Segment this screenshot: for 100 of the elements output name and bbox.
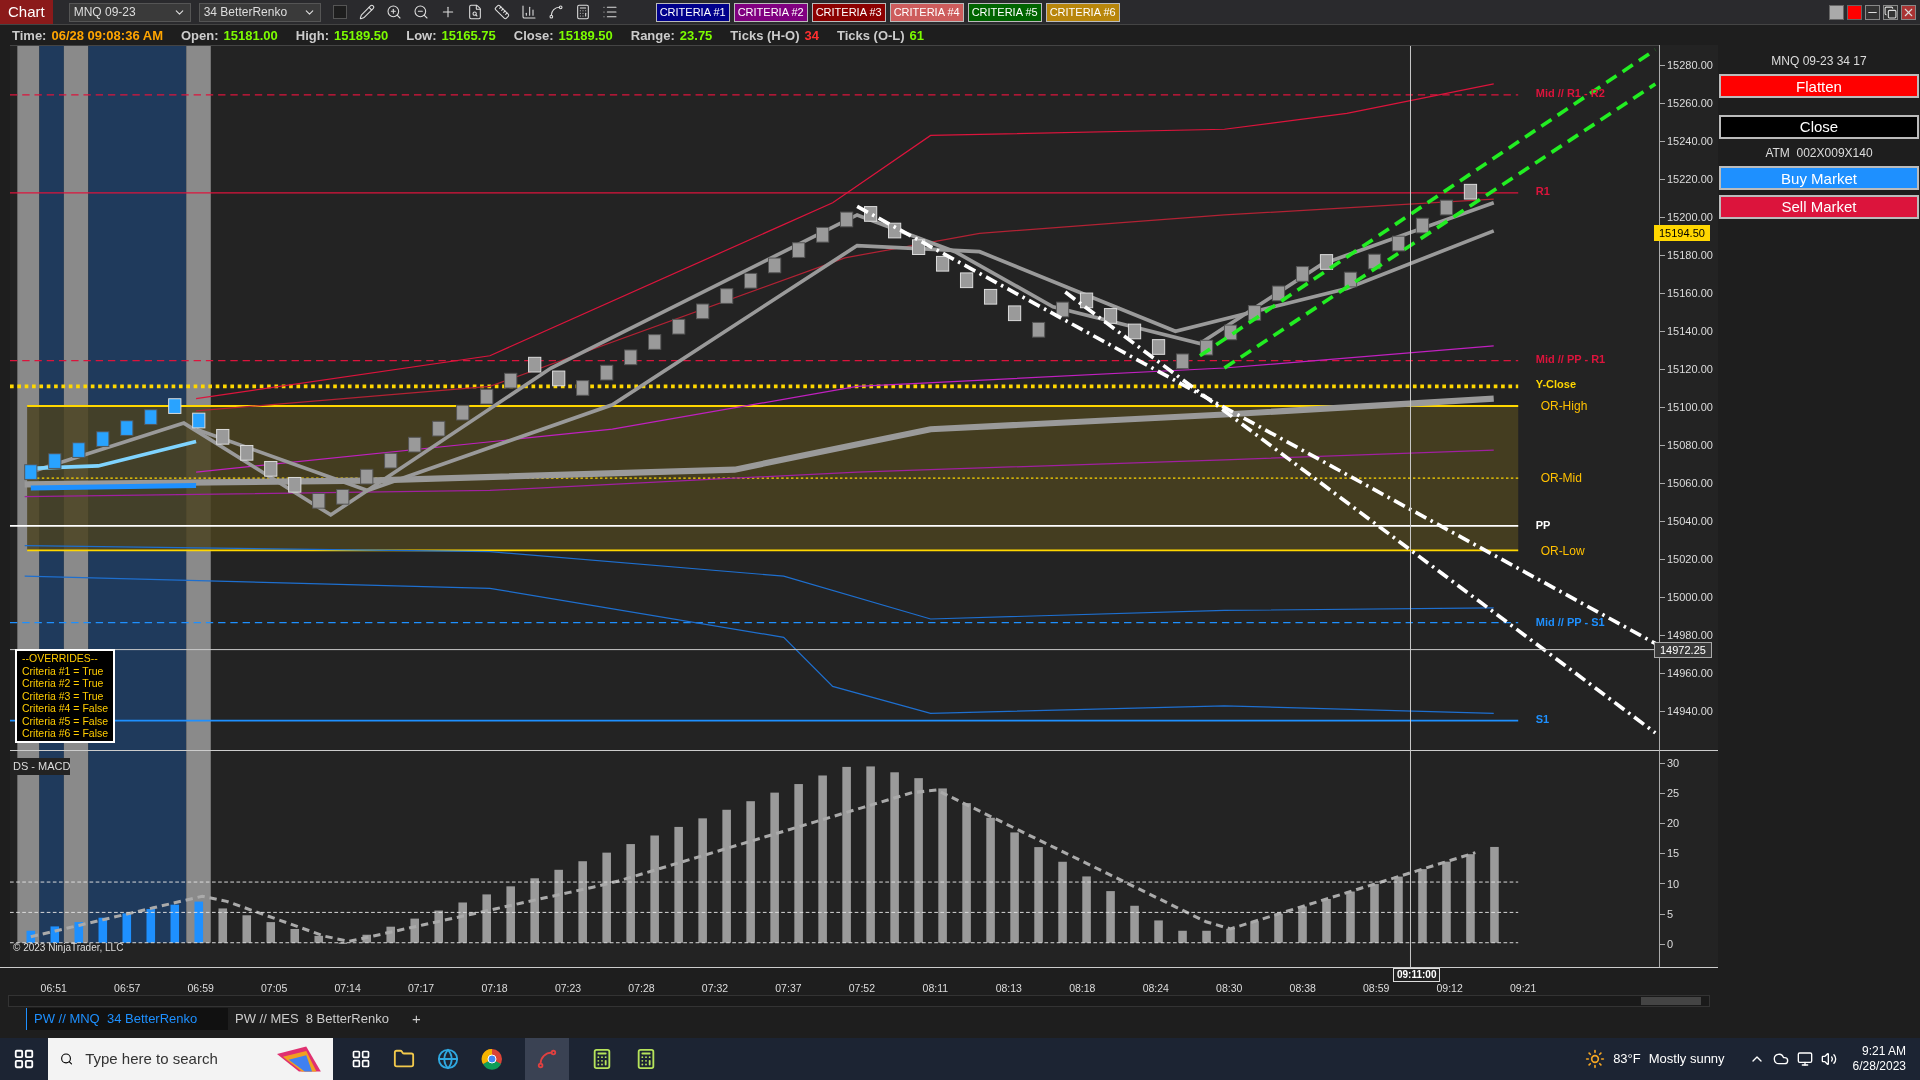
restore-icon[interactable] xyxy=(1883,4,1898,20)
histogram-bar xyxy=(1298,906,1307,943)
info-value: 15165.75 xyxy=(441,28,496,42)
macd-axis-label: 20 xyxy=(1667,816,1680,832)
histogram-bar xyxy=(1370,884,1379,943)
info-label: High: xyxy=(295,28,329,42)
app-icon[interactable] xyxy=(635,1048,657,1070)
renko-brick xyxy=(1223,324,1238,341)
renko-brick xyxy=(1391,235,1406,252)
renko-brick xyxy=(936,255,950,272)
renko-brick xyxy=(216,429,230,445)
renko-brick xyxy=(768,257,782,274)
square-icon[interactable] xyxy=(1847,4,1862,20)
renko-brick xyxy=(408,436,422,453)
price-axis-label: 15240.00 xyxy=(1667,133,1713,149)
close-button[interactable]: Close xyxy=(1719,114,1919,139)
info-value: 15189.50 xyxy=(334,28,389,42)
window-title: Chart xyxy=(0,0,53,24)
taskbar-search-field[interactable]: Type here to search xyxy=(48,1038,333,1080)
overrides-title: --OVERRIDES-- xyxy=(22,652,99,665)
histogram-bar xyxy=(218,908,228,943)
ruler-icon[interactable] xyxy=(493,4,510,20)
info-value: 61 xyxy=(909,28,925,42)
price-axis-label: 15100.00 xyxy=(1667,399,1713,415)
histogram-bar xyxy=(1178,930,1187,943)
copyright-text: © 2023 NinjaTrader, LLC xyxy=(13,941,124,955)
renko-brick xyxy=(1175,353,1190,370)
criteria-button[interactable]: CRITERIA #5 xyxy=(967,2,1042,22)
network-icon[interactable] xyxy=(1796,1051,1813,1067)
color-swatch[interactable] xyxy=(332,5,347,19)
renko-brick xyxy=(48,453,62,469)
file-search-icon[interactable] xyxy=(466,4,483,20)
time-axis-label: 08:24 xyxy=(1141,982,1170,994)
renko-brick xyxy=(1463,183,1478,200)
calculator-icon[interactable] xyxy=(574,4,591,20)
windows-start-icon[interactable] xyxy=(13,1048,35,1070)
volume-icon[interactable] xyxy=(1820,1051,1837,1067)
browser-icon[interactable] xyxy=(437,1048,459,1070)
line-chart-icon[interactable] xyxy=(547,4,564,20)
renko-brick xyxy=(144,409,158,425)
renko-brick xyxy=(480,388,494,405)
close-icon[interactable] xyxy=(1901,4,1916,20)
chrome-icon[interactable] xyxy=(481,1048,503,1070)
time-axis-label: 07:52 xyxy=(847,982,877,994)
histogram-bar xyxy=(1346,891,1355,943)
macd-title: DS - MACD xyxy=(13,758,71,775)
horizontal-scrollbar[interactable] xyxy=(8,995,1710,1007)
price-axis-label: 15260.00 xyxy=(1667,95,1713,111)
info-label: Range: xyxy=(630,28,675,42)
criteria-button[interactable]: CRITERIA #4 xyxy=(889,2,964,22)
criteria-button[interactable]: CRITERIA #3 xyxy=(811,2,886,22)
histogram-bar xyxy=(266,922,276,943)
chart-tab[interactable]: PW // MES 8 BetterRenko xyxy=(228,1008,396,1030)
renko-brick xyxy=(336,488,350,505)
bar-type-dropdown[interactable]: 34 BetterRenko xyxy=(198,2,321,22)
folder-icon[interactable] xyxy=(393,1048,415,1070)
flatten-button[interactable]: Flatten xyxy=(1719,74,1919,98)
sell-button[interactable]: Sell Market xyxy=(1719,194,1919,219)
renko-brick xyxy=(912,239,926,255)
zoom-out-icon[interactable] xyxy=(412,4,429,20)
renko-brick xyxy=(96,431,110,447)
time-axis-label: 06:59 xyxy=(186,982,215,994)
minimize-icon[interactable] xyxy=(1865,4,1880,20)
task-view-icon[interactable] xyxy=(351,1049,371,1069)
histogram-bar xyxy=(314,935,324,943)
level-label: Y-Close xyxy=(1535,379,1577,391)
renko-brick xyxy=(744,272,758,289)
histogram-bar xyxy=(290,928,300,943)
histogram-bar xyxy=(194,901,204,943)
search-input[interactable]: Type here to search xyxy=(85,1047,266,1071)
time-axis-label: 07:23 xyxy=(553,982,583,994)
histogram-bar xyxy=(1274,913,1283,943)
zoom-in-icon[interactable] xyxy=(385,4,402,20)
price-axis-label: 15200.00 xyxy=(1667,209,1713,225)
time-axis-label: 09:12 xyxy=(1435,982,1464,994)
weather-text: Mostly sunny xyxy=(1648,1050,1725,1069)
renko-brick xyxy=(432,420,446,437)
info-label: Ticks (H-O) xyxy=(730,28,800,42)
criteria-button[interactable]: CRITERIA #1 xyxy=(655,2,730,22)
instrument-dropdown[interactable]: MNQ 09-23 xyxy=(68,2,191,22)
pencil-icon[interactable] xyxy=(358,4,375,20)
override-line: Criteria #1 = True xyxy=(22,664,105,677)
criteria-button[interactable]: CRITERIA #2 xyxy=(733,2,808,22)
square-icon[interactable] xyxy=(1829,4,1844,20)
app-icon[interactable] xyxy=(591,1048,613,1070)
price-axis-label: 15000.00 xyxy=(1667,589,1713,605)
atm-label: ATM 002X009X140 xyxy=(1764,144,1874,162)
renko-brick xyxy=(1079,292,1094,309)
histogram-bar xyxy=(1250,921,1259,943)
level-label: Mid // PP - S1 xyxy=(1535,616,1605,628)
cloud-icon[interactable] xyxy=(1772,1051,1789,1067)
add-tab-button[interactable]: + xyxy=(403,1007,429,1031)
bar-chart-icon[interactable] xyxy=(520,4,537,20)
histogram-bar xyxy=(74,922,84,943)
list-icon[interactable] xyxy=(601,4,618,20)
time-axis-label: 07:05 xyxy=(260,982,289,994)
renko-brick xyxy=(24,464,38,480)
price-axis-label: 15080.00 xyxy=(1667,437,1713,453)
histogram-bar xyxy=(98,917,108,943)
chart-tab[interactable]: PW // MNQ 34 BetterRenko xyxy=(26,1008,228,1030)
